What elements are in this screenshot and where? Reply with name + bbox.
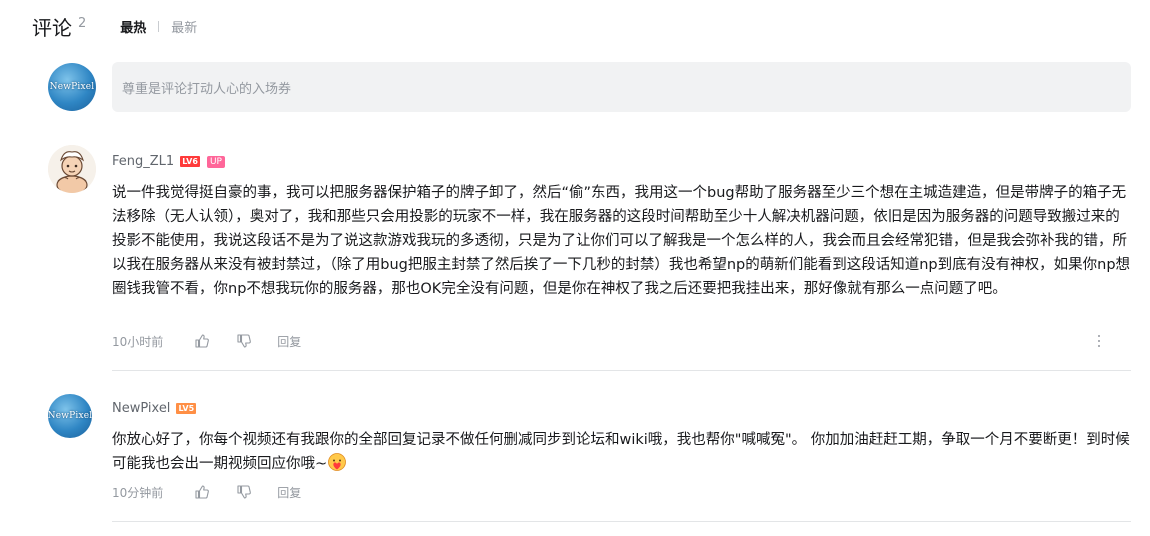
comment-content: 你放心好了，你每个视频还有我跟你的全部回复记录不做任何删减同步到论坛和wiki哦… <box>112 428 1132 476</box>
sort-divider <box>158 20 160 32</box>
comment-text-body: 你放心好了，你每个视频还有我跟你的全部回复记录不做任何删减同步到论坛和wiki哦… <box>112 432 1130 472</box>
up-badge: UP <box>206 155 225 168</box>
comment-input-placeholder: 尊重是评论打动人心的入场券 <box>122 81 292 97</box>
heart-face-emoji-icon <box>328 453 347 471</box>
comments-header: 评论 2 最热 最新 <box>32 12 197 40</box>
reply-button[interactable]: 回复 <box>277 333 301 350</box>
comment-user: Feng_ZL1 LV6 UP <box>112 154 225 169</box>
comment-user: NewPixel LV5 <box>112 401 197 416</box>
commenter-avatar[interactable] <box>48 145 96 193</box>
commenter-avatar[interactable]: NewPixel <box>48 394 92 438</box>
comment-time: 10小时前 <box>112 334 164 349</box>
comment-username[interactable]: NewPixel <box>112 401 170 416</box>
dislike-icon[interactable] <box>235 332 253 350</box>
avatar-logo-text: NewPixel <box>49 82 95 92</box>
comment-time: 10分钟前 <box>112 485 164 500</box>
comment-content: 说一件我觉得挺自豪的事，我可以把服务器保护箱子的牌子卸了，然后“偷”东西，我用这… <box>112 181 1132 301</box>
comment-divider <box>112 370 1131 371</box>
comment-input[interactable]: 尊重是评论打动人心的入场券 <box>112 62 1131 112</box>
sort-hot-tab[interactable]: 最热 <box>120 17 146 36</box>
comment-text: 你放心好了，你每个视频还有我跟你的全部回复记录不做任何删减同步到论坛和wiki哦… <box>112 428 1132 476</box>
comments-title: 评论 <box>32 15 72 40</box>
level-badge: LV5 <box>176 403 197 414</box>
sort-new-tab[interactable]: 最新 <box>171 17 197 36</box>
comment-actions: 10分钟前 回复 <box>112 483 301 501</box>
level-badge: LV6 <box>180 156 200 167</box>
dislike-icon[interactable] <box>235 483 253 501</box>
comment-actions: 10小时前 回复 <box>112 332 301 350</box>
more-options-icon[interactable] <box>1093 334 1105 348</box>
cartoon-avatar-icon <box>48 145 96 193</box>
sort-options: 最热 最新 <box>120 17 197 36</box>
reply-button[interactable]: 回复 <box>277 484 301 501</box>
like-icon[interactable] <box>193 332 211 350</box>
avatar-logo-text: NewPixel <box>48 411 92 421</box>
comment-text: 说一件我觉得挺自豪的事，我可以把服务器保护箱子的牌子卸了，然后“偷”东西，我用这… <box>112 185 1131 297</box>
comments-count: 2 <box>78 15 87 31</box>
comment-divider <box>112 521 1131 522</box>
comment-username[interactable]: Feng_ZL1 <box>112 154 174 169</box>
current-user-avatar[interactable]: NewPixel <box>48 63 96 111</box>
like-icon[interactable] <box>193 483 211 501</box>
